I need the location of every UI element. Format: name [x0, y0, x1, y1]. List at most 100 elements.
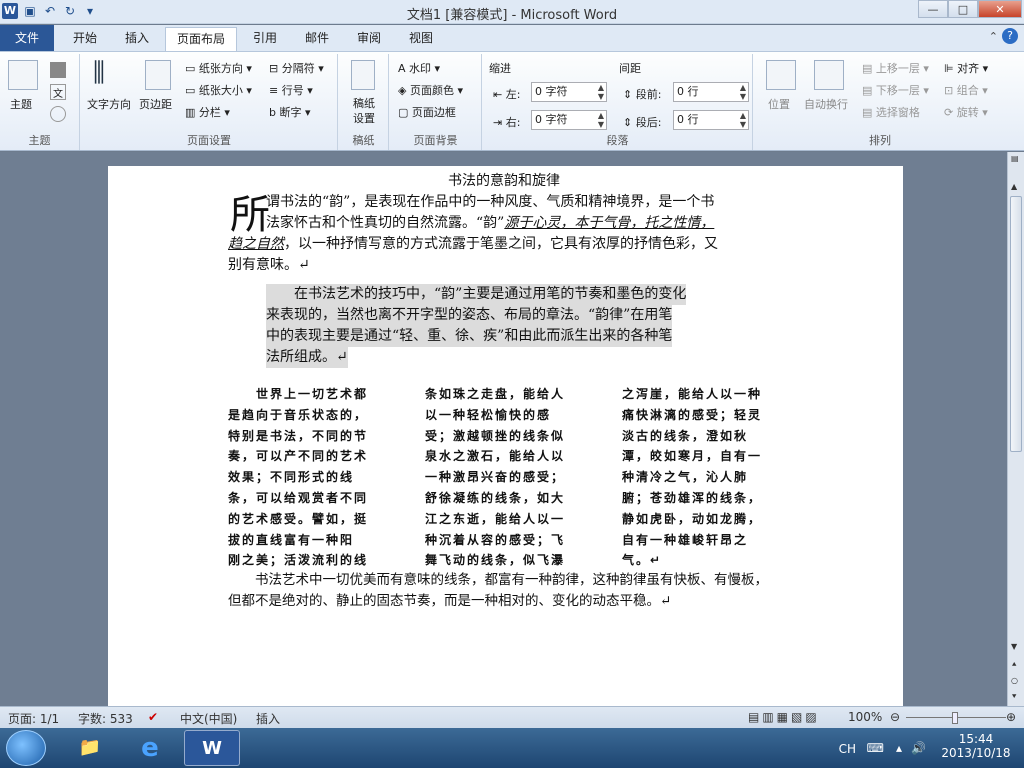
clock[interactable]: 15:44 2013/10/18 — [936, 732, 1016, 760]
page-background-group: A 水印 ▾ ◈ 页面颜色 ▾ ▢ 页面边框 页面背景 — [390, 54, 482, 150]
theme-effects-icon[interactable] — [50, 106, 66, 122]
theme-button[interactable]: 主题 — [10, 96, 32, 112]
keyboard-icon[interactable]: ⌨ — [867, 741, 884, 755]
page-count[interactable]: 页面: 1/1 — [8, 710, 59, 727]
position-button[interactable]: 位置 — [768, 96, 790, 112]
column-line: 世界上一切艺术都 — [228, 387, 369, 401]
tab-view[interactable]: 视图 — [398, 27, 444, 51]
column-line: 泉水之激石，能给人以 — [425, 449, 566, 464]
zoom-out-icon[interactable]: ⊖ — [890, 710, 900, 724]
volume-icon[interactable]: 🔊 — [911, 741, 926, 755]
column-line: 拔的直线富有一种阳 — [228, 532, 355, 547]
document-page[interactable]: 书法的意韵和旋律 所 谓书法的“韵”，是表现在作品中的一种风度、气质和精神境界，… — [108, 166, 903, 706]
spacing-after-label: ⇕ 段后: — [623, 116, 662, 129]
orientation-button[interactable]: ▭ 纸张方向 ▾ — [185, 60, 252, 76]
clock-date: 2013/10/18 — [941, 746, 1011, 760]
text-direction-button[interactable]: 文字方向 — [87, 96, 131, 112]
next-page-icon[interactable]: ⯆ — [1011, 692, 1017, 702]
tab-file[interactable]: 文件 — [0, 25, 54, 51]
page-color-button[interactable]: ◈ 页面颜色 ▾ — [398, 82, 463, 98]
column-line: 是趋向于音乐状态的， — [228, 407, 369, 422]
insert-mode[interactable]: 插入 — [256, 710, 280, 727]
ime-indicator[interactable]: CH — [839, 742, 856, 756]
tab-home[interactable]: 开始 — [62, 27, 108, 51]
explorer-icon[interactable]: 📁 — [62, 730, 118, 766]
size-button[interactable]: ▭ 纸张大小 ▾ — [185, 82, 252, 98]
close-button[interactable]: ✕ — [978, 0, 1022, 18]
hyphenation-button[interactable]: b 断字 ▾ — [269, 104, 311, 120]
group-button[interactable]: ⊡ 组合 ▾ — [944, 82, 988, 98]
line-numbers-button[interactable]: ≡ 行号 ▾ — [269, 82, 313, 98]
arrange-group-label: 排列 — [869, 134, 891, 147]
page-border-button[interactable]: ▢ 页面边框 — [398, 104, 456, 120]
zoom-level[interactable]: 100% — [848, 710, 882, 724]
tab-review[interactable]: 审阅 — [346, 27, 392, 51]
tab-page-layout[interactable]: 页面布局 — [165, 27, 237, 51]
spin-arrows-icon[interactable]: ▲ ▼ — [740, 111, 746, 129]
indent-right-input[interactable]: 0 字符 ▲ ▼ — [531, 110, 607, 130]
bring-forward-button[interactable]: ▤ 上移一层 ▾ — [862, 60, 929, 76]
page-setup-group: ⫼ 文字方向 页边距 ▭ 纸张方向 ▾ ▭ 纸张大小 ▾ ▥ 分栏 ▾ ⊟ 分隔… — [81, 54, 338, 150]
align-button[interactable]: ⊫ 对齐 ▾ — [944, 60, 988, 76]
zoom-in-icon[interactable]: ⊕ — [1006, 710, 1016, 724]
tab-references[interactable]: 引用 — [242, 27, 288, 51]
ruler-toggle-icon[interactable]: ▤ — [1011, 154, 1019, 163]
column-line: 种清冷之气，沁人肺 — [622, 470, 749, 485]
zoom-slider-thumb[interactable] — [952, 712, 958, 724]
paragraph-2-line-2: 来表现的，当然也离不开字型的姿态、布局的章法。“韵律”在用笔 — [266, 305, 673, 326]
word-taskbar-icon[interactable]: W — [184, 730, 240, 766]
indent-label: 缩进 — [489, 62, 511, 75]
paragraph-group-label: 段落 — [606, 134, 629, 147]
column-line: 舞飞动的线条，似飞瀑 — [425, 553, 566, 568]
column-1: 世界上一切艺术都 是趋向于音乐状态的， 特别是书法，不同的节 奏，可以产不同的艺… — [228, 384, 390, 571]
margins-button[interactable]: 页边距 — [139, 96, 172, 112]
proofing-icon[interactable]: ✔ — [148, 710, 158, 724]
indent-left-input[interactable]: 0 字符 ▲ ▼ — [531, 82, 607, 102]
vertical-scrollbar[interactable]: ▤ ▲ ▼ ⯅ ○ ⯆ — [1007, 152, 1024, 706]
start-button[interactable] — [6, 730, 46, 766]
column-line: 以一种轻松愉快的感 — [425, 407, 552, 422]
scroll-down-icon[interactable]: ▼ — [1011, 642, 1017, 651]
scroll-thumb[interactable] — [1010, 196, 1022, 452]
tab-insert[interactable]: 插入 — [114, 27, 160, 51]
watermark-button[interactable]: A 水印 ▾ — [398, 60, 440, 76]
paragraph-1-line-2: 法家怀古和个性真切的自然流露。“韵”源于心灵，本于气骨，托之性情， — [266, 215, 715, 231]
spacing-label: 间距 — [619, 62, 641, 75]
draft-settings-button[interactable]: 稿纸 设置 — [353, 96, 375, 126]
rotate-button[interactable]: ⟳ 旋转 ▾ — [944, 104, 988, 120]
send-backward-button[interactable]: ▤ 下移一层 ▾ — [862, 82, 929, 98]
view-buttons-icon[interactable]: ▤▥▦▧▨ — [748, 710, 820, 724]
select-browse-object-icon[interactable]: ○ — [1011, 676, 1018, 685]
word-count[interactable]: 字数: 533 — [78, 710, 133, 727]
columns-button[interactable]: ▥ 分栏 ▾ — [185, 104, 230, 120]
ie-icon[interactable]: e — [122, 730, 178, 766]
ribbon-collapse-icon[interactable]: ⌃ — [989, 30, 998, 43]
scroll-up-icon[interactable]: ▲ — [1011, 182, 1017, 191]
drop-cap: 所 — [230, 192, 270, 238]
theme-fonts-icon[interactable]: 文 — [50, 84, 66, 100]
theme-colors-icon[interactable] — [50, 62, 66, 78]
spin-arrows-icon[interactable]: ▲ ▼ — [598, 83, 604, 101]
column-3: 之泻崖，能给人以一种 痛快淋漓的感受；轻灵 淡古的线条，澄如秋 潭，皎如寒月，自… — [622, 384, 784, 571]
wrap-text-button[interactable]: 自动换行 — [804, 96, 848, 112]
column-line: 江之东逝，能给人以一 — [425, 511, 566, 526]
column-line: 气。↵ — [622, 553, 663, 568]
spin-arrows-icon[interactable]: ▲ ▼ — [740, 83, 746, 101]
show-hidden-icon[interactable]: ▴ — [896, 741, 902, 755]
status-bar: 页面: 1/1 字数: 533 ✔ 中文(中国) 插入 ▤▥▦▧▨ 100% ⊖… — [0, 706, 1024, 728]
spacing-after-input[interactable]: 0 行 ▲ ▼ — [673, 110, 749, 130]
language-indicator[interactable]: 中文(中国) — [180, 710, 237, 727]
help-icon[interactable]: ? — [1002, 28, 1018, 44]
tab-mailings[interactable]: 邮件 — [294, 27, 340, 51]
selection-pane-button[interactable]: ▤ 选择窗格 — [862, 104, 920, 120]
margins-icon — [145, 60, 171, 90]
clock-time: 15:44 — [958, 732, 994, 746]
maximize-button[interactable]: □ — [948, 0, 978, 18]
minimize-button[interactable]: — — [918, 0, 948, 18]
column-line: 刚之美；活泼流利的线 — [228, 553, 369, 568]
breaks-button[interactable]: ⊟ 分隔符 ▾ — [269, 60, 324, 76]
spacing-before-input[interactable]: 0 行 ▲ ▼ — [673, 82, 749, 102]
column-2: 条如珠之走盘，能给人 以一种轻松愉快的感 受；激越顿挫的线条似 泉水之激石，能给… — [425, 384, 587, 571]
spin-arrows-icon[interactable]: ▲ ▼ — [598, 111, 604, 129]
prev-page-icon[interactable]: ⯅ — [1011, 660, 1017, 670]
